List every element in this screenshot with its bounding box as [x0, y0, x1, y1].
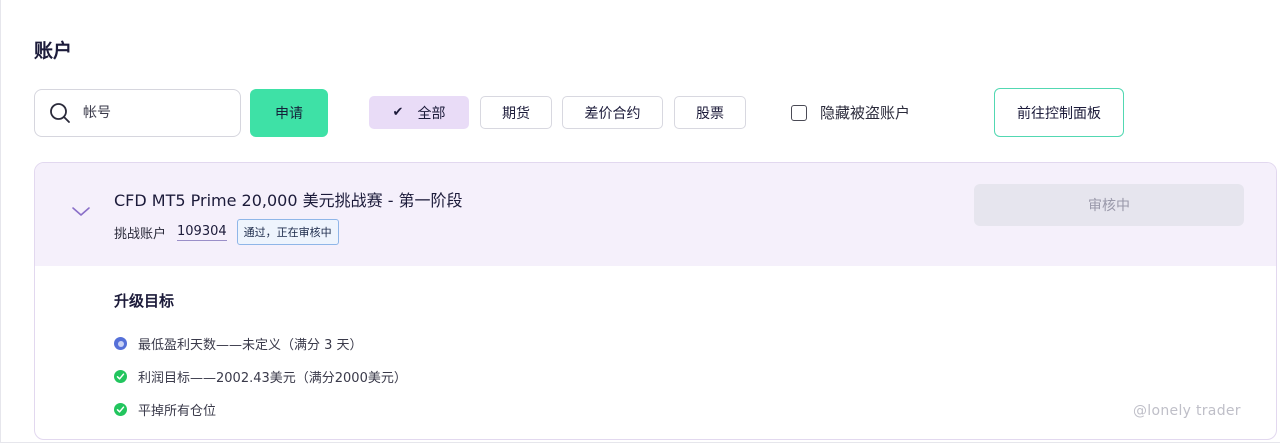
search-input[interactable] [83, 105, 213, 121]
goal-text: 平掉所有仓位 [138, 404, 217, 419]
filter-stocks[interactable]: 股票 [674, 96, 746, 129]
hide-stolen-label: 隐藏被盗账户 [820, 104, 911, 122]
filter-all[interactable]: ✔ 全部 [369, 96, 469, 129]
under-review-button: 审核中 [974, 184, 1244, 226]
filter-stocks-label: 股票 [696, 105, 724, 122]
filter-all-label: 全部 [417, 105, 446, 122]
goal-item: 最低盈利天数——未定义（满分 3 天） [114, 334, 363, 353]
chevron-down-icon[interactable] [71, 206, 91, 218]
goal-item: 利润目标——2002.43美元（满分2000美元） [114, 367, 407, 386]
filter-cfd-label: 差价合约 [584, 105, 641, 122]
pending-status-icon [114, 337, 127, 350]
account-card-header[interactable]: CFD MT5 Prime 20,000 美元挑战赛 - 第一阶段 挑战账户 1… [35, 163, 1276, 266]
watermark: @lonely trader [1133, 403, 1241, 419]
search-icon [50, 103, 70, 123]
goal-text: 最低盈利天数——未定义（满分 3 天） [138, 338, 363, 353]
account-type-label: 挑战账户 [114, 226, 167, 242]
account-title: CFD MT5 Prime 20,000 美元挑战赛 - 第一阶段 [114, 191, 463, 210]
account-number-link[interactable]: 109304 [177, 224, 227, 241]
filter-cfd[interactable]: 差价合约 [562, 96, 663, 129]
goal-item: 平掉所有仓位 [114, 400, 216, 419]
check-circle-icon [114, 370, 127, 383]
hide-stolen-checkbox[interactable] [791, 104, 807, 121]
status-badge: 通过，正在审核中 [236, 219, 339, 245]
account-meta: 挑战账户 109304 通过，正在审核中 [114, 219, 339, 245]
checkmark-icon: ✔ [392, 105, 404, 120]
search-box[interactable] [34, 89, 241, 137]
filter-futures[interactable]: 期货 [480, 96, 552, 129]
go-to-dashboard-button[interactable]: 前往控制面板 [994, 88, 1124, 137]
upgrade-goals-title: 升级目标 [114, 292, 175, 310]
account-card: CFD MT5 Prime 20,000 美元挑战赛 - 第一阶段 挑战账户 1… [34, 162, 1277, 440]
page-title: 账户 [34, 40, 73, 62]
goal-text: 利润目标——2002.43美元（满分2000美元） [138, 371, 407, 386]
check-circle-icon [114, 403, 127, 416]
filter-futures-label: 期货 [502, 105, 530, 122]
hide-stolen-accounts-toggle[interactable]: 隐藏被盗账户 [791, 96, 910, 129]
apply-button[interactable]: 申请 [250, 89, 328, 137]
